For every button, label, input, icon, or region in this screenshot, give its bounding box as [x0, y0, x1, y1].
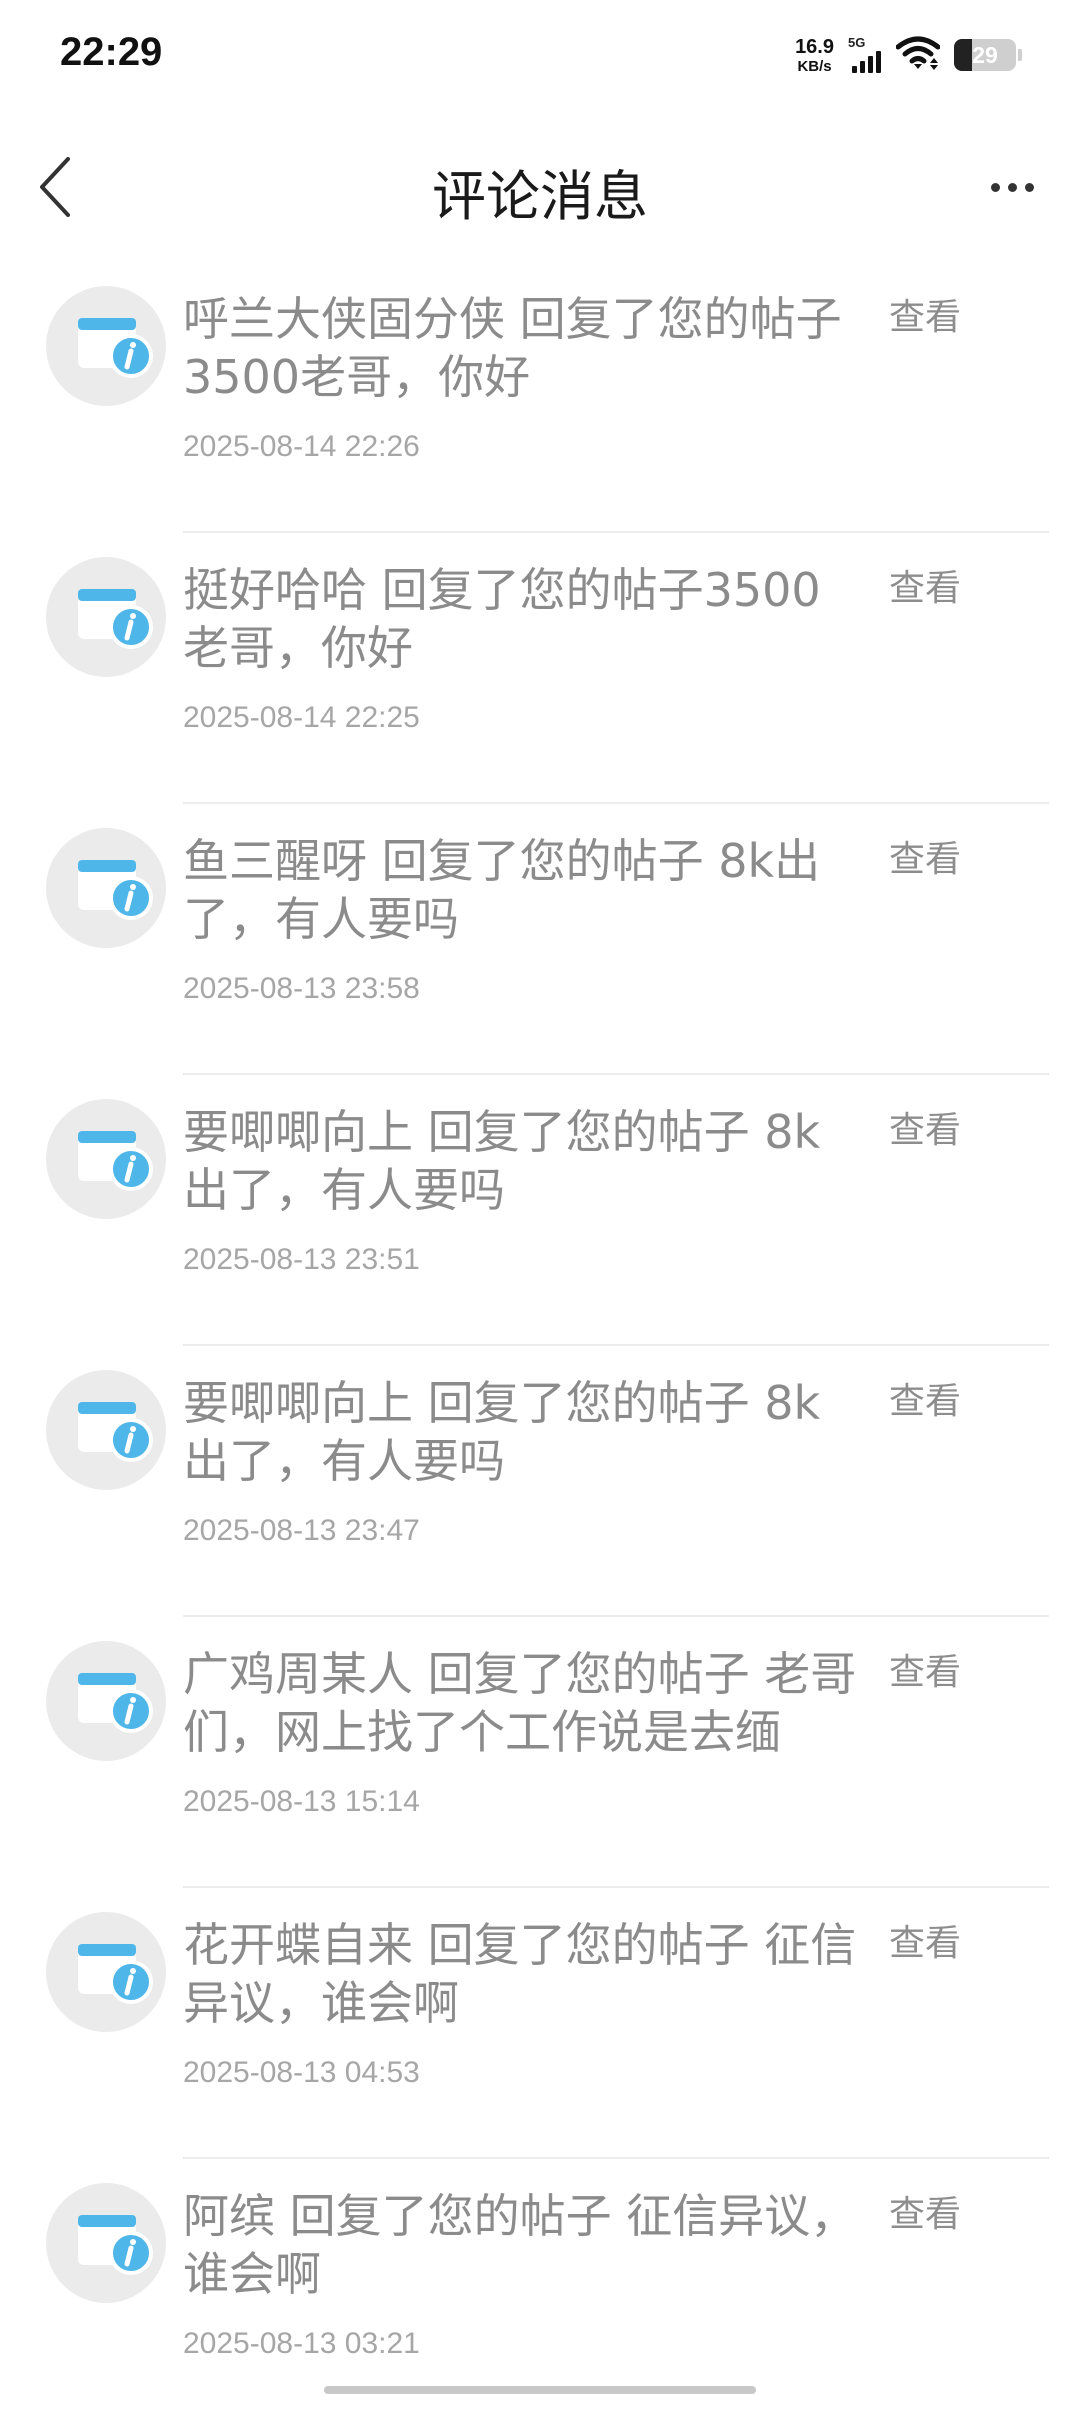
message-time: 2025-08-13 04:53 [183, 2056, 420, 2089]
cellular-signal-icon: 5G [848, 35, 882, 75]
nav-bar: 评论消息 [0, 112, 1080, 262]
network-speed-unit: KB/s [797, 57, 832, 75]
notification-info-icon [78, 2215, 153, 2275]
network-type: 5G [848, 35, 866, 50]
message-time: 2025-08-13 23:58 [183, 972, 420, 1005]
status-bar: 22:29 16.9 KB/s 5G 29 [0, 0, 1080, 112]
battery-tip [1018, 49, 1022, 61]
message-item[interactable]: 鱼三醒呀 回复了您的帖子 8k出了，有人要吗 2025-08-13 23:58 … [0, 804, 1080, 1075]
message-text: 阿缤 回复了您的帖子 征信异议，谁会啊 [183, 2189, 857, 2301]
status-icons: 16.9 KB/s 5G 29 [795, 30, 1022, 80]
network-speed: 16.9 KB/s [795, 37, 834, 74]
more-button[interactable] [972, 152, 1052, 222]
avatar [46, 1099, 166, 1219]
battery-icon: 29 [954, 39, 1016, 71]
message-text: 鱼三醒呀 回复了您的帖子 8k出了，有人要吗 [183, 834, 821, 946]
page-title: 评论消息 [432, 165, 648, 228]
message-text: 要唧唧向上 回复了您的帖子 8k出了，有人要吗 [183, 1105, 821, 1217]
avatar [46, 828, 166, 948]
network-speed-value: 16.9 [795, 35, 834, 58]
view-button[interactable]: 查看 [889, 2185, 961, 2237]
battery-level: 29 [972, 42, 998, 68]
message-item[interactable]: 挺好哈哈 回复了您的帖子3500老哥，你好 2025-08-14 22:25 查… [0, 533, 1080, 804]
view-button[interactable]: 查看 [889, 288, 961, 340]
avatar [46, 557, 166, 677]
avatar [46, 286, 166, 406]
view-button[interactable]: 查看 [889, 1372, 961, 1424]
home-indicator[interactable] [324, 2386, 756, 2394]
view-button[interactable]: 查看 [889, 1101, 961, 1153]
message-time: 2025-08-14 22:25 [183, 701, 420, 734]
view-button[interactable]: 查看 [889, 559, 961, 611]
view-button[interactable]: 查看 [889, 1643, 961, 1695]
message-item[interactable]: 要唧唧向上 回复了您的帖子 8k出了，有人要吗 2025-08-13 23:47… [0, 1346, 1080, 1617]
avatar [46, 1370, 166, 1490]
message-time: 2025-08-13 15:14 [183, 1785, 420, 1818]
message-item[interactable]: 广鸡周某人 回复了您的帖子 老哥们，网上找了个工作说是去缅 2025-08-13… [0, 1617, 1080, 1888]
message-item[interactable]: 要唧唧向上 回复了您的帖子 8k出了，有人要吗 2025-08-13 23:51… [0, 1075, 1080, 1346]
more-dots-icon [990, 182, 1000, 192]
message-time: 2025-08-14 22:26 [183, 430, 420, 463]
message-text: 要唧唧向上 回复了您的帖子 8k出了，有人要吗 [183, 1376, 821, 1488]
notification-info-icon [78, 1944, 153, 2004]
message-list: 呼兰大侠固分侠 回复了您的帖子3500老哥，你好 2025-08-14 22:2… [0, 262, 1080, 2430]
wifi-icon [895, 35, 941, 75]
notification-info-icon [78, 860, 153, 920]
notification-info-icon [78, 1673, 153, 1733]
message-time: 2025-08-13 03:21 [183, 2327, 420, 2360]
message-text: 广鸡周某人 回复了您的帖子 老哥们，网上找了个工作说是去缅 [183, 1647, 857, 1759]
status-time: 22:29 [60, 30, 163, 74]
message-time: 2025-08-13 23:47 [183, 1514, 420, 1547]
message-time: 2025-08-13 23:51 [183, 1243, 420, 1276]
notification-info-icon [78, 318, 153, 378]
message-text: 挺好哈哈 回复了您的帖子3500老哥，你好 [183, 563, 821, 675]
avatar [46, 2183, 166, 2303]
message-text: 花开蝶自来 回复了您的帖子 征信异议，谁会啊 [183, 1918, 857, 2030]
avatar [46, 1912, 166, 2032]
notification-info-icon [78, 1402, 153, 1462]
message-text: 呼兰大侠固分侠 回复了您的帖子3500老哥，你好 [183, 292, 842, 404]
notification-info-icon [78, 1131, 153, 1191]
notification-info-icon [78, 589, 153, 649]
avatar [46, 1641, 166, 1761]
message-item[interactable]: 呼兰大侠固分侠 回复了您的帖子3500老哥，你好 2025-08-14 22:2… [0, 262, 1080, 533]
message-item[interactable]: 花开蝶自来 回复了您的帖子 征信异议，谁会啊 2025-08-13 04:53 … [0, 1888, 1080, 2159]
view-button[interactable]: 查看 [889, 830, 961, 882]
view-button[interactable]: 查看 [889, 1914, 961, 1966]
